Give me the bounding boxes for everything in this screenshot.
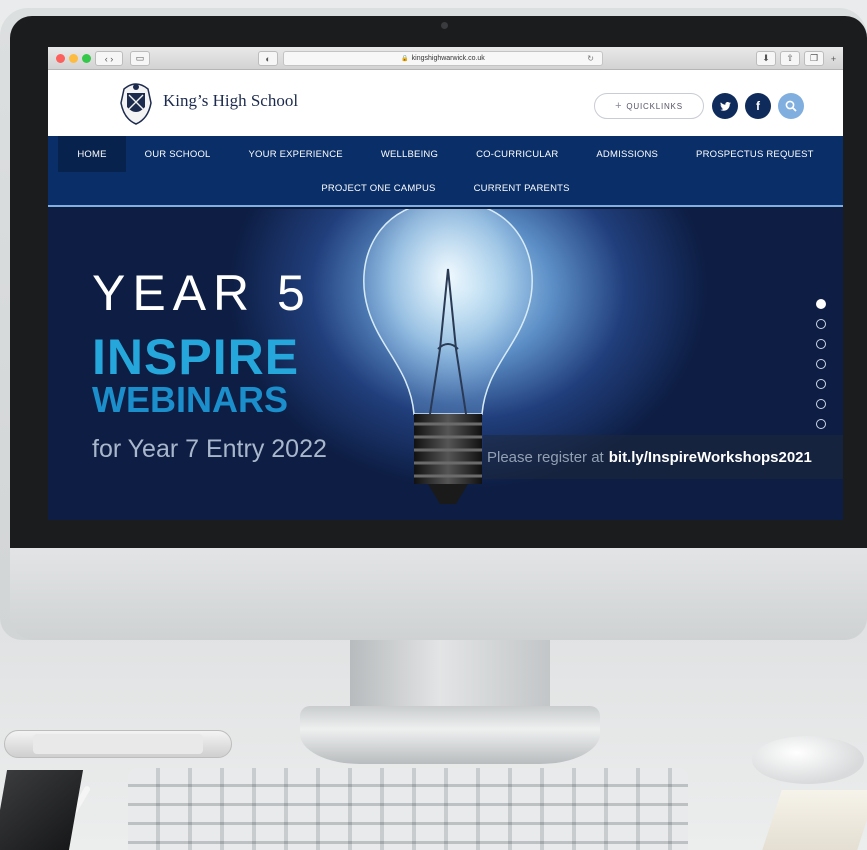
site-header: King’s High School + QUICKLINKS f <box>48 70 843 136</box>
slider-pagination <box>816 299 828 439</box>
monitor-foot <box>300 706 600 764</box>
register-link[interactable]: bit.ly/InspireWorkshops2021 <box>609 449 812 466</box>
browser-toolbar: ‹ › ▭ ◐ ≡ 🔒 kingshighwarwick.co.uk ↻ ⬇ ⇧… <box>48 47 843 70</box>
keyboard <box>128 768 688 850</box>
plus-icon: + <box>615 100 623 112</box>
monitor-chin <box>10 548 867 640</box>
quicklinks-label: QUICKLINKS <box>626 101 683 111</box>
slide-dot-1[interactable] <box>816 299 826 309</box>
slide-dot-3[interactable] <box>816 339 826 349</box>
nav-item-home[interactable]: HOME <box>58 136 126 172</box>
sidebar-icon[interactable]: ▭ <box>130 51 150 66</box>
back-forward-buttons[interactable]: ‹ › <box>95 51 123 66</box>
tabs-icon[interactable]: ❐ <box>804 51 824 66</box>
smartphone <box>4 730 232 758</box>
browser-window: ‹ › ▭ ◐ ≡ 🔒 kingshighwarwick.co.uk ↻ ⬇ ⇧… <box>48 47 843 520</box>
nav-item-co-curricular[interactable]: CO-CURRICULAR <box>457 136 577 172</box>
lock-icon: 🔒 <box>401 56 409 62</box>
slide-dot-7[interactable] <box>816 419 826 429</box>
slide-dot-6[interactable] <box>816 399 826 409</box>
nav-row-primary: HOME OUR SCHOOL YOUR EXPERIENCE WELLBEIN… <box>48 136 843 172</box>
share-icon[interactable]: ⇧ <box>780 51 800 66</box>
nav-item-our-school[interactable]: OUR SCHOOL <box>126 136 230 172</box>
school-crest-logo[interactable] <box>118 81 154 125</box>
privacy-icon[interactable]: ◐ <box>258 51 278 66</box>
slide-dot-5[interactable] <box>816 379 826 389</box>
facebook-icon[interactable]: f <box>745 93 771 119</box>
address-bar[interactable]: 🔒 kingshighwarwick.co.uk ↻ <box>283 51 603 66</box>
slide-dot-4[interactable] <box>816 359 826 369</box>
tablet-device <box>0 770 84 850</box>
zoom-window-button[interactable] <box>82 54 91 63</box>
hero-heading-webinars: WEBINARS <box>92 379 288 420</box>
hero-heading-year: YEAR 5 <box>92 265 312 321</box>
school-name[interactable]: King’s High School <box>163 91 298 111</box>
slide-dot-2[interactable] <box>816 319 826 329</box>
register-text: Please register at <box>487 448 604 466</box>
nav-row-secondary: PROJECT ONE CAMPUS CURRENT PARENTS <box>48 172 843 205</box>
download-icon[interactable]: ⬇ <box>756 51 776 66</box>
hero-heading-inspire: INSPIRE <box>92 329 300 385</box>
new-tab-button[interactable]: + <box>826 51 841 66</box>
nav-item-wellbeing[interactable]: WELLBEING <box>362 136 457 172</box>
hero-slider[interactable]: YEAR 5 INSPIRE WEBINARS for Year 7 Entry… <box>48 209 843 520</box>
quicklinks-button[interactable]: + QUICKLINKS <box>594 93 704 119</box>
main-navigation: HOME OUR SCHOOL YOUR EXPERIENCE WELLBEIN… <box>48 136 843 207</box>
nav-item-your-experience[interactable]: YOUR EXPERIENCE <box>230 136 362 172</box>
reload-icon[interactable]: ↻ <box>587 54 594 63</box>
url-text: kingshighwarwick.co.uk <box>411 55 485 62</box>
register-banner: Please register at bit.ly/InspireWorksho… <box>483 435 843 479</box>
twitter-icon[interactable] <box>712 93 738 119</box>
search-icon[interactable] <box>778 93 804 119</box>
hero-subheading: for Year 7 Entry 2022 <box>92 435 327 463</box>
close-window-button[interactable] <box>56 54 65 63</box>
nav-item-project-one-campus[interactable]: PROJECT ONE CAMPUS <box>302 172 454 205</box>
camera-dot <box>441 22 448 29</box>
nav-item-admissions[interactable]: ADMISSIONS <box>577 136 677 172</box>
minimize-window-button[interactable] <box>69 54 78 63</box>
notebook <box>762 790 867 850</box>
nav-item-current-parents[interactable]: CURRENT PARENTS <box>455 172 589 205</box>
monitor-stand <box>350 640 550 710</box>
mouse <box>752 736 864 784</box>
nav-item-prospectus-request[interactable]: PROSPECTUS REQUEST <box>677 136 833 172</box>
